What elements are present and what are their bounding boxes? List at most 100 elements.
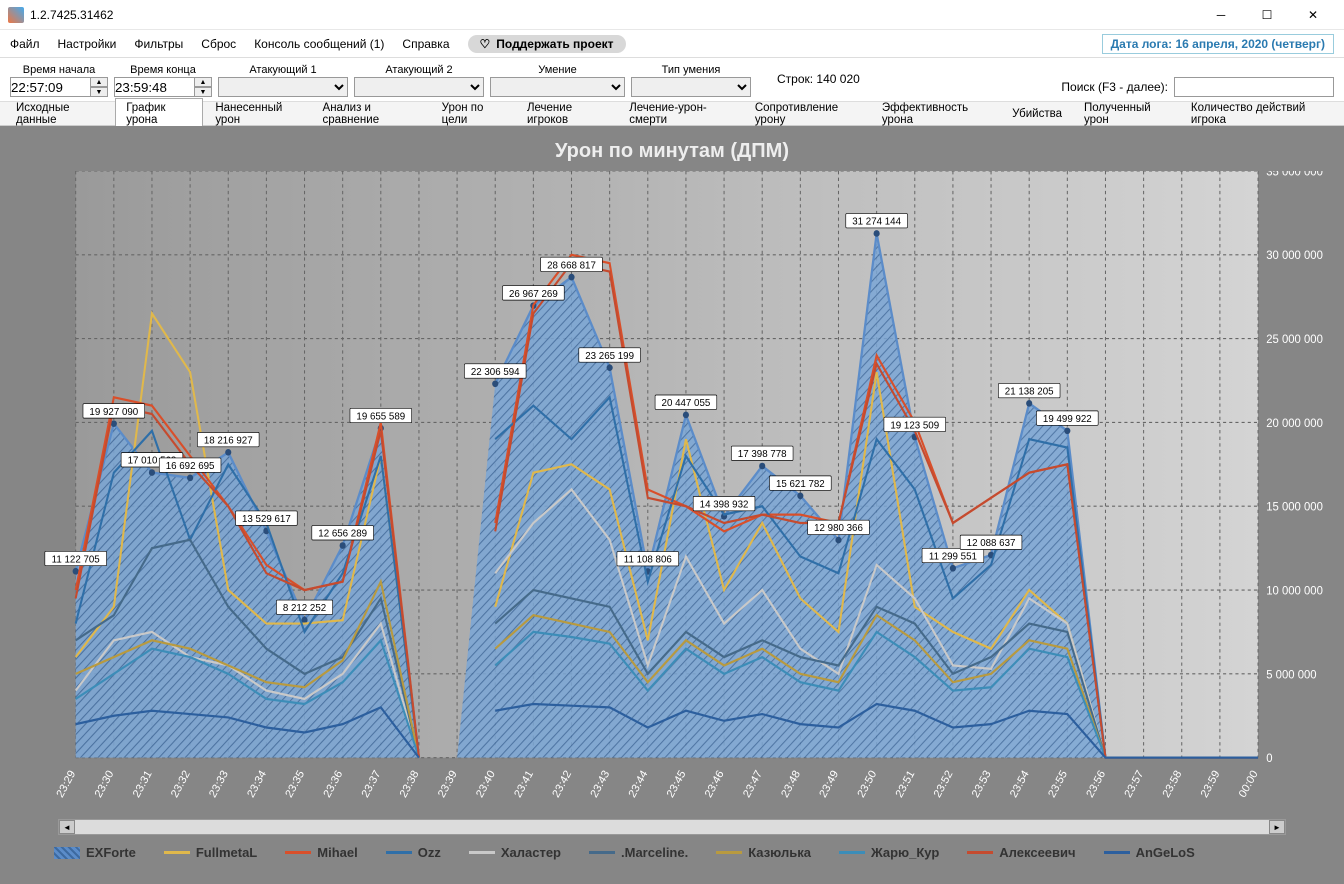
svg-text:23:47: 23:47 (741, 768, 764, 799)
attacker2-select[interactable] (354, 77, 484, 97)
menu-file[interactable]: Файл (10, 37, 40, 51)
chevron-up-icon[interactable]: ▲ (194, 77, 212, 87)
search-label: Поиск (F3 - далее): (1061, 80, 1168, 94)
tab-1[interactable]: График урона (115, 98, 203, 130)
svg-text:23:45: 23:45 (665, 768, 688, 799)
svg-text:15 621 782: 15 621 782 (776, 479, 825, 490)
svg-text:23:46: 23:46 (703, 768, 726, 799)
tab-2[interactable]: Нанесенный урон (205, 99, 310, 129)
legend-item[interactable]: Казюлька (716, 845, 811, 860)
search-input[interactable] (1174, 77, 1334, 97)
legend-item[interactable]: AnGeLoS (1104, 845, 1195, 860)
svg-text:11 108 806: 11 108 806 (624, 554, 672, 565)
tab-7[interactable]: Сопротивление урону (745, 99, 870, 129)
legend-item[interactable]: FullmetaL (164, 845, 257, 860)
support-label: Поддержать проект (496, 37, 613, 51)
chart-area: Урон по минутам (ДПМ) 11 122 70519 927 0… (0, 126, 1344, 884)
svg-text:23:51: 23:51 (894, 768, 917, 799)
svg-text:23:50: 23:50 (856, 768, 879, 799)
svg-text:23:34: 23:34 (245, 768, 268, 799)
tab-8[interactable]: Эффективность урона (872, 99, 1000, 129)
svg-text:18 216 927: 18 216 927 (204, 435, 253, 446)
svg-text:5 000 000: 5 000 000 (1266, 668, 1317, 681)
scroll-right-button[interactable]: ► (1269, 820, 1285, 834)
svg-text:23:54: 23:54 (1008, 768, 1031, 799)
tab-4[interactable]: Урон по цели (432, 99, 515, 129)
menu-help[interactable]: Справка (402, 37, 449, 51)
svg-text:23:56: 23:56 (1084, 768, 1107, 799)
tab-5[interactable]: Лечение игроков (517, 99, 617, 129)
svg-text:31 274 144: 31 274 144 (852, 216, 901, 227)
time-end-input[interactable]: ▲▼ (114, 77, 212, 97)
svg-text:23:57: 23:57 (1123, 768, 1146, 799)
svg-text:11 122 705: 11 122 705 (52, 554, 100, 565)
tab-11[interactable]: Количество действий игрока (1181, 99, 1338, 129)
chart-plot[interactable]: 11 122 70519 927 09017 010 56816 692 695… (14, 171, 1330, 813)
svg-text:25 000 000: 25 000 000 (1266, 333, 1323, 346)
filter-bar: Время начала ▲▼ Время конца ▲▼ Атакующий… (0, 58, 1344, 102)
maximize-button[interactable]: ☐ (1244, 0, 1290, 30)
svg-text:19 655 589: 19 655 589 (356, 411, 405, 422)
legend-item[interactable]: .Marceline. (589, 845, 688, 860)
svg-text:23:48: 23:48 (779, 768, 802, 799)
app-icon (8, 7, 24, 23)
chevron-down-icon[interactable]: ▼ (194, 87, 212, 97)
svg-text:20 000 000: 20 000 000 (1266, 416, 1323, 429)
svg-text:19 927 090: 19 927 090 (89, 407, 138, 418)
minimize-button[interactable]: ─ (1198, 0, 1244, 30)
attacker1-select[interactable] (218, 77, 348, 97)
heart-icon: ♡ (480, 37, 491, 51)
rows-count: Строк: 140 020 (757, 72, 860, 86)
svg-text:23:31: 23:31 (131, 768, 154, 799)
svg-text:23:41: 23:41 (512, 768, 535, 799)
legend: EXForte FullmetaL Mihael Ozz Халастер .Marcel… (14, 835, 1330, 870)
chevron-up-icon[interactable]: ▲ (90, 77, 108, 87)
svg-text:23:33: 23:33 (207, 768, 230, 799)
svg-text:21 138 205: 21 138 205 (1005, 386, 1054, 397)
legend-item[interactable]: Mihael (285, 845, 357, 860)
svg-text:19 499 922: 19 499 922 (1043, 414, 1092, 425)
log-date: Дата лога: 16 апреля, 2020 (четверг) (1102, 34, 1334, 54)
time-end-label: Время конца (114, 64, 212, 76)
skill-select[interactable] (490, 77, 625, 97)
menu-console[interactable]: Консоль сообщений (1) (254, 37, 384, 51)
chart-scrollbar[interactable]: ◄ ► (58, 819, 1286, 835)
menu-reset[interactable]: Сброс (201, 37, 236, 51)
svg-text:00:00: 00:00 (1237, 768, 1260, 799)
menubar: Файл Настройки Фильтры Сброс Консоль соо… (0, 30, 1344, 58)
tab-3[interactable]: Анализ и сравнение (313, 99, 430, 129)
close-button[interactable]: ✕ (1290, 0, 1336, 30)
chevron-down-icon[interactable]: ▼ (90, 87, 108, 97)
svg-text:20 447 055: 20 447 055 (662, 398, 711, 409)
svg-text:15 000 000: 15 000 000 (1266, 500, 1323, 513)
tab-9[interactable]: Убийства (1002, 105, 1072, 123)
legend-item[interactable]: Жарю_Кур (839, 845, 939, 860)
legend-item[interactable]: Алексеевич (967, 845, 1075, 860)
svg-text:23 265 199: 23 265 199 (585, 351, 634, 362)
skill-label: Умение (490, 64, 625, 76)
time-start-input[interactable]: ▲▼ (10, 77, 108, 97)
menu-settings[interactable]: Настройки (58, 37, 117, 51)
svg-text:22 306 594: 22 306 594 (471, 367, 520, 378)
svg-text:26 967 269: 26 967 269 (509, 288, 558, 299)
menu-filters[interactable]: Фильтры (134, 37, 183, 51)
skill-type-label: Тип умения (631, 64, 751, 76)
legend-item[interactable]: Халастер (469, 845, 561, 860)
support-button[interactable]: ♡ Поддержать проект (468, 35, 626, 53)
svg-text:0: 0 (1266, 752, 1273, 765)
svg-text:10 000 000: 10 000 000 (1266, 584, 1323, 597)
skill-type-select[interactable] (631, 77, 751, 97)
svg-text:23:39: 23:39 (436, 768, 459, 799)
legend-item[interactable]: EXForte (54, 845, 136, 860)
tab-6[interactable]: Лечение-урон-смерти (619, 99, 743, 129)
attacker2-label: Атакующий 2 (354, 64, 484, 76)
svg-text:23:36: 23:36 (322, 768, 345, 799)
tab-0[interactable]: Исходные данные (6, 99, 113, 129)
tab-10[interactable]: Полученный урон (1074, 99, 1179, 129)
svg-text:12 656 289: 12 656 289 (318, 528, 367, 539)
legend-item[interactable]: Ozz (386, 845, 441, 860)
titlebar: 1.2.7425.31462 ─ ☐ ✕ (0, 0, 1344, 30)
svg-text:16 692 695: 16 692 695 (166, 461, 215, 472)
scroll-left-button[interactable]: ◄ (59, 820, 75, 834)
svg-text:23:49: 23:49 (817, 768, 840, 799)
